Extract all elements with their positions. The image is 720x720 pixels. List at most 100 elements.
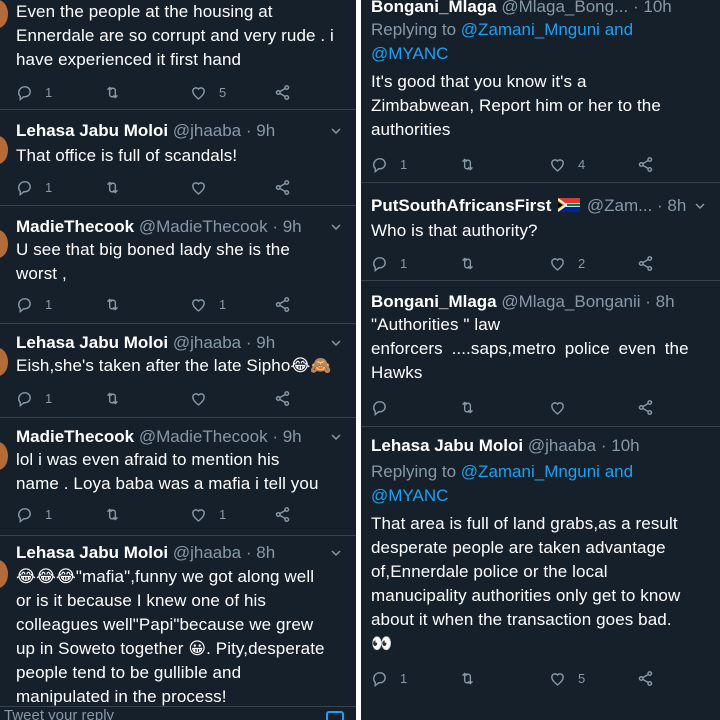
display-name[interactable]: PutSouthAfricansFirst: [371, 196, 551, 215]
share-button[interactable]: [637, 253, 654, 273]
chevron-down-icon[interactable]: [692, 195, 708, 217]
tweet[interactable]: Lehasa Jabu Moloi @jhaaba · 8h 😂😂😂"mafia…: [0, 536, 356, 706]
camera-icon[interactable]: [326, 711, 344, 720]
user-handle[interactable]: @jhaaba: [173, 121, 241, 140]
chevron-down-icon[interactable]: [328, 542, 344, 564]
share-button[interactable]: [274, 294, 291, 314]
retweet-button[interactable]: [104, 388, 121, 408]
tweet-line: or is it because I knew one of his: [16, 591, 267, 610]
timestamp[interactable]: · 8h: [657, 196, 686, 215]
like-count: 1: [219, 296, 227, 312]
timestamp[interactable]: · 8h: [246, 543, 275, 562]
tweet-text: It's good that you know it's a Zimbabwea…: [371, 70, 710, 142]
user-handle[interactable]: @Mlaga_Bong...: [501, 0, 628, 16]
timestamp[interactable]: · 8h: [645, 292, 674, 311]
share-icon: [638, 399, 653, 415]
like-button[interactable]: [190, 388, 207, 408]
share-button[interactable]: [637, 397, 654, 417]
reply-icon: [18, 85, 31, 101]
reply-button[interactable]: [371, 397, 388, 417]
chevron-down-icon[interactable]: [328, 426, 344, 448]
avatar[interactable]: [0, 136, 8, 164]
reply-button[interactable]: 1: [16, 504, 52, 524]
user-handle[interactable]: @MadieThecook: [139, 217, 268, 236]
tweet[interactable]: Lehasa Jabu Moloi @jhaaba · 9h Eish,she'…: [0, 324, 356, 418]
user-handle[interactable]: @MadieThecook: [139, 427, 268, 446]
avatar[interactable]: [0, 560, 8, 588]
retweet-button[interactable]: [104, 504, 121, 524]
display-name[interactable]: MadieThecook: [16, 217, 134, 236]
tweet[interactable]: Lehasa Jabu Moloi @jhaaba · 10h Replying…: [361, 427, 720, 707]
share-button[interactable]: [274, 504, 291, 524]
reply-count: 1: [45, 179, 53, 195]
like-button[interactable]: 5: [549, 668, 585, 688]
like-button[interactable]: [190, 177, 207, 197]
reply-button[interactable]: 1: [371, 253, 407, 273]
reply-button[interactable]: 1: [16, 177, 52, 197]
reply-button[interactable]: 1: [16, 294, 52, 314]
avatar[interactable]: [0, 348, 8, 376]
timestamp[interactable]: · 9h: [272, 217, 301, 236]
like-button[interactable]: [549, 397, 566, 417]
tweet[interactable]: Bongani_Mlaga @Mlaga_Bonganii · 8h "Auth…: [361, 281, 720, 427]
share-button[interactable]: [274, 177, 291, 197]
timestamp[interactable]: · 10h: [601, 436, 640, 455]
share-button[interactable]: [274, 82, 291, 102]
tweet[interactable]: PutSouthAfricansFirst @Zam... · 8h Who i…: [361, 183, 720, 281]
display-name[interactable]: Bongani_Mlaga: [371, 292, 497, 311]
like-button[interactable]: 5: [190, 82, 226, 102]
mention-link[interactable]: @MYANC: [371, 486, 448, 505]
reply-count: 1: [400, 255, 408, 271]
mention-link[interactable]: @Zamani_Mnguni: [461, 462, 600, 481]
tweet[interactable]: MadieThecook @MadieThecook · 9h lol i wa…: [0, 418, 356, 536]
display-name[interactable]: Bongani_Mlaga: [371, 0, 497, 16]
reply-button[interactable]: 1: [371, 668, 407, 688]
tweet[interactable]: Even the people at the housing at Ennerd…: [0, 0, 356, 110]
avatar[interactable]: [0, 0, 8, 28]
tweet[interactable]: MadieThecook @MadieThecook · 9h U see th…: [0, 206, 356, 324]
retweet-button[interactable]: [459, 154, 476, 174]
display-name[interactable]: Lehasa Jabu Moloi: [16, 121, 168, 140]
like-button[interactable]: 1: [190, 294, 226, 314]
timestamp[interactable]: · 10h: [633, 0, 672, 16]
like-button[interactable]: 1: [190, 504, 226, 524]
heart-icon: [551, 401, 564, 415]
reply-button[interactable]: 1: [16, 82, 52, 102]
user-handle[interactable]: @Zam...: [587, 196, 652, 215]
mention-link[interactable]: @MYANC: [371, 44, 448, 63]
tweet[interactable]: Lehasa Jabu Moloi @jhaaba · 9h That offi…: [0, 110, 356, 206]
mention-link[interactable]: @Zamani_Mnguni: [461, 20, 600, 39]
avatar[interactable]: [0, 230, 8, 258]
timestamp[interactable]: · 9h: [246, 333, 275, 352]
timestamp[interactable]: · 9h: [246, 121, 275, 140]
chevron-down-icon[interactable]: [328, 216, 344, 238]
retweet-button[interactable]: [459, 397, 476, 417]
user-handle[interactable]: @jhaaba: [528, 436, 596, 455]
tweet[interactable]: Bongani_Mlaga @Mlaga_Bong... · 10h Reply…: [361, 0, 720, 183]
user-handle[interactable]: @jhaaba: [173, 543, 241, 562]
display-name[interactable]: Lehasa Jabu Moloi: [371, 436, 523, 455]
retweet-button[interactable]: [459, 668, 476, 688]
display-name[interactable]: MadieThecook: [16, 427, 134, 446]
user-handle[interactable]: @Mlaga_Bonganii: [501, 292, 640, 311]
like-button[interactable]: 4: [549, 154, 585, 174]
like-button[interactable]: 2: [549, 253, 585, 273]
share-button[interactable]: [637, 154, 654, 174]
chevron-down-icon[interactable]: [328, 332, 344, 354]
reply-button[interactable]: 1: [371, 154, 407, 174]
display-name[interactable]: Lehasa Jabu Moloi: [16, 333, 168, 352]
user-handle[interactable]: @jhaaba: [173, 333, 241, 352]
reply-button[interactable]: 1: [16, 388, 52, 408]
retweet-button[interactable]: [104, 177, 121, 197]
display-name[interactable]: Lehasa Jabu Moloi: [16, 543, 168, 562]
retweet-button[interactable]: [459, 253, 476, 273]
avatar[interactable]: [0, 442, 8, 470]
chevron-down-icon[interactable]: [328, 120, 344, 142]
retweet-button[interactable]: [104, 82, 121, 102]
retweet-button[interactable]: [104, 294, 121, 314]
share-button[interactable]: [274, 388, 291, 408]
share-button[interactable]: [637, 668, 654, 688]
timestamp[interactable]: · 9h: [272, 427, 301, 446]
tweet-text: "Authorities " law enforcers ....saps,me…: [371, 313, 710, 385]
reply-composer[interactable]: Tweet your reply: [0, 706, 356, 720]
